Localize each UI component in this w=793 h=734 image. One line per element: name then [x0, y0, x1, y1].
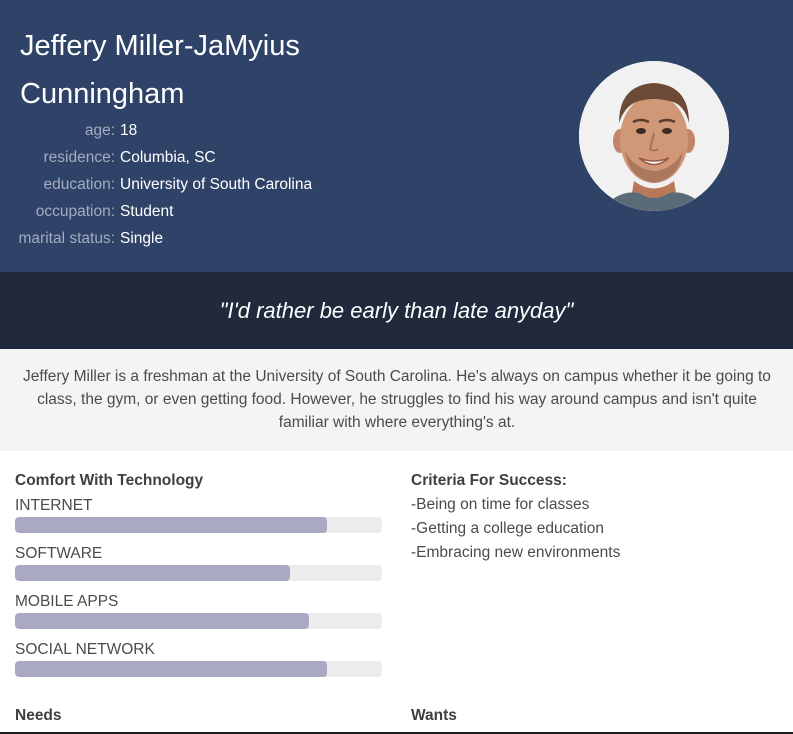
tech-progress-fill	[15, 613, 309, 629]
technology-title: Comfort With Technology	[15, 472, 204, 489]
tech-progress-track	[15, 565, 382, 581]
success-criteria-list: -Being on time for classes -Getting a co…	[411, 493, 771, 565]
technology-list: INTERNET SOFTWARE MOBILE APPS SOCIAL NET…	[15, 495, 382, 687]
detail-row-residence: residence: Columbia, SC	[0, 144, 420, 171]
quote-banner: "I'd rather be early than late anyday"	[0, 272, 793, 349]
detail-row-education: education: University of South Carolina	[0, 171, 420, 198]
tech-item-mobile-apps: MOBILE APPS	[15, 591, 382, 639]
persona-bio: Jeffery Miller is a freshman at the Univ…	[23, 368, 771, 431]
avatar-portrait-image	[579, 61, 729, 211]
persona-name: Jeffery Miller-JaMyius Cunningham	[20, 30, 300, 110]
tech-item-internet: INTERNET	[15, 495, 382, 543]
tech-label: INTERNET	[15, 497, 93, 514]
persona-avatar	[579, 61, 729, 211]
tech-item-social-network: SOCIAL NETWORK	[15, 639, 382, 687]
tech-label: SOCIAL NETWORK	[15, 641, 155, 658]
tech-item-software: SOFTWARE	[15, 543, 382, 591]
persona-header: Jeffery Miller-JaMyius Cunningham age: 18…	[0, 0, 793, 272]
detail-row-age: age: 18	[0, 117, 420, 144]
success-title: Criteria For Success:	[411, 472, 567, 489]
wants-title: Wants	[411, 707, 457, 724]
bio-section: Jeffery Miller is a freshman at the Univ…	[0, 349, 793, 451]
detail-label: marital status:	[18, 230, 115, 247]
success-item: -Getting a college education	[411, 520, 605, 537]
tech-progress-track	[15, 517, 382, 533]
persona-details: age: 18 residence: Columbia, SC education:…	[0, 117, 420, 252]
detail-value: University of South Carolina	[120, 176, 313, 193]
detail-row-occupation: occupation: Student	[0, 198, 420, 225]
detail-value: Student	[120, 203, 174, 220]
detail-value: 18	[120, 122, 138, 139]
tech-progress-fill	[15, 661, 327, 677]
tech-label: MOBILE APPS	[15, 593, 119, 610]
tech-progress-track	[15, 661, 382, 677]
persona-quote: "I'd rather be early than late anyday"	[219, 298, 574, 323]
detail-label: education:	[43, 176, 115, 193]
tech-label: SOFTWARE	[15, 545, 103, 562]
detail-label: residence:	[43, 149, 115, 166]
detail-label: age:	[84, 122, 115, 139]
detail-label: occupation:	[35, 203, 115, 220]
needs-title: Needs	[15, 707, 62, 724]
tech-progress-fill	[15, 565, 291, 581]
detail-row-marital-status: marital status: Single	[0, 225, 420, 252]
tech-progress-track	[15, 613, 382, 629]
success-item: -Embracing new environments	[411, 544, 621, 561]
detail-value: Columbia, SC	[120, 149, 216, 166]
detail-value: Single	[120, 230, 164, 247]
success-item: -Being on time for classes	[411, 496, 590, 513]
tech-progress-fill	[15, 517, 327, 533]
